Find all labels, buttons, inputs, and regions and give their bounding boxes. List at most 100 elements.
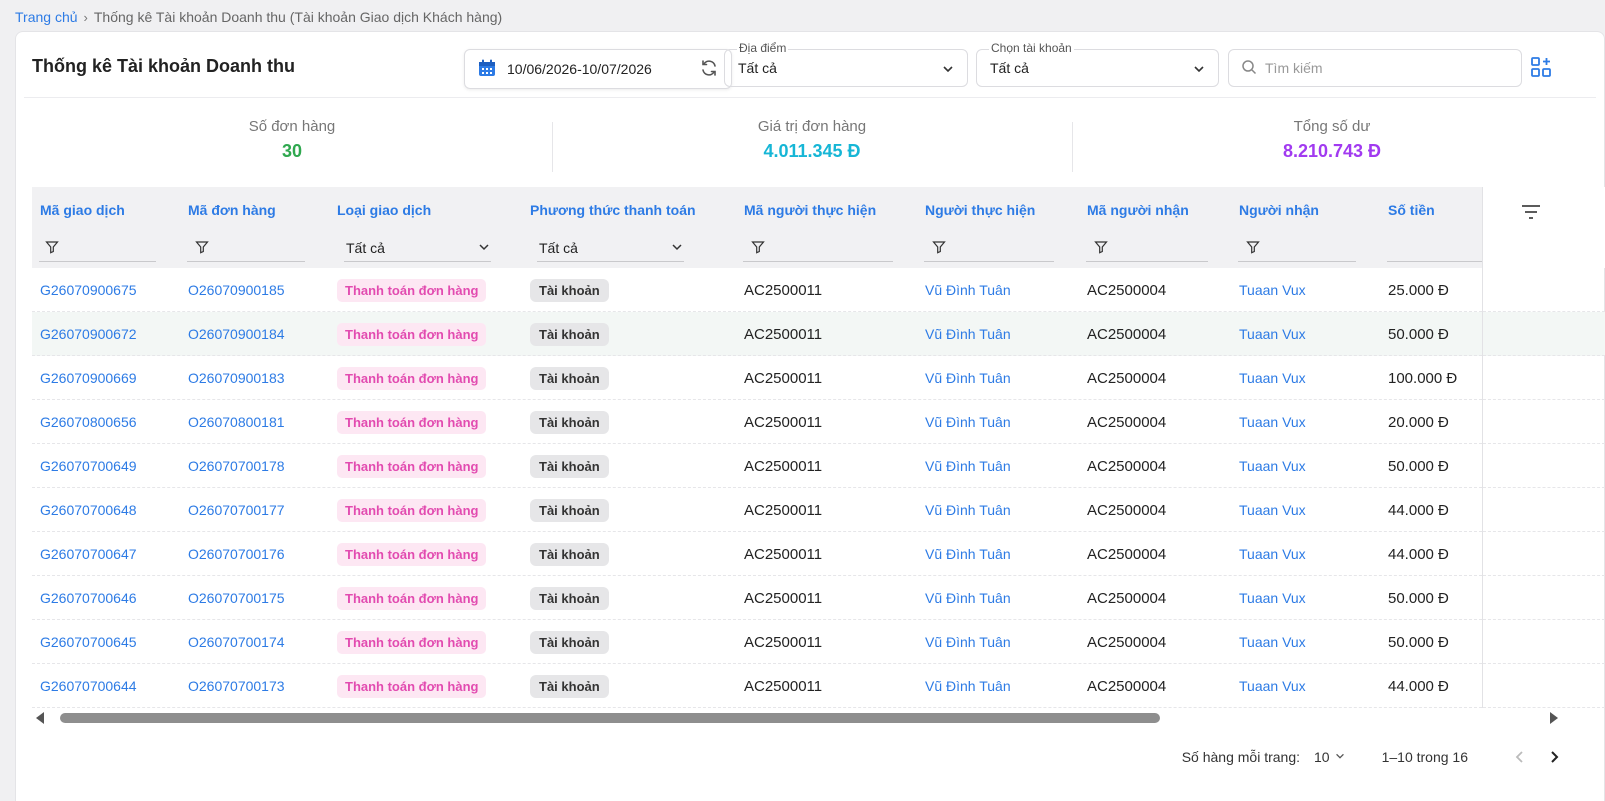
cell-recipient-name[interactable]: Tuaan Vux <box>1239 502 1306 518</box>
date-range-picker[interactable]: 10/06/2026-10/07/2026 <box>464 49 732 89</box>
table-row[interactable]: G26070700649 O26070700178 Thanh toán đơn h… <box>32 444 1482 488</box>
filter-amount-input[interactable] <box>1387 235 1482 262</box>
calendar-icon[interactable] <box>477 58 497 81</box>
cell-recipient-id-wrapper: AC2500004 <box>1087 488 1166 532</box>
filter-lines-icon[interactable] <box>1521 204 1541 223</box>
cell-recipient-name[interactable]: Tuaan Vux <box>1239 546 1306 562</box>
cell-actor-name[interactable]: Vũ Đình Tuân <box>925 502 1011 518</box>
cell-transaction-id[interactable]: G26070700648 <box>40 502 137 518</box>
cell-order-id[interactable]: O26070700177 <box>188 502 285 518</box>
table-row[interactable]: G26070700648 O26070700177 Thanh toán đơn h… <box>32 488 1482 532</box>
filter-actor-id-input[interactable] <box>743 235 893 262</box>
cell-actor-name[interactable]: Vũ Đình Tuân <box>925 458 1011 474</box>
cell-transaction-type-badge-wrapper: Thanh toán đơn hàng <box>337 268 487 312</box>
rows-per-page-select[interactable]: 10 <box>1314 749 1346 765</box>
filter-actor-input[interactable] <box>924 235 1054 262</box>
cell-actor-name[interactable]: Vũ Đình Tuân <box>925 282 1011 298</box>
filter-method-select[interactable]: Tất cả <box>537 235 684 262</box>
cell-actor-id-wrapper: AC2500011 <box>744 400 822 444</box>
date-range-value[interactable]: 10/06/2026-10/07/2026 <box>507 61 689 77</box>
cell-actor-name[interactable]: Vũ Đình Tuân <box>925 370 1011 386</box>
cell-transaction-type-badge-wrapper: Thanh toán đơn hàng <box>337 356 487 400</box>
table-row[interactable]: G26070700644 O26070700173 Thanh toán đơn h… <box>32 664 1482 708</box>
search-input[interactable] <box>1265 60 1509 76</box>
cell-order-id[interactable]: O26070700173 <box>188 678 285 694</box>
cell-recipient-name[interactable]: Tuaan Vux <box>1239 414 1306 430</box>
column-header[interactable]: Số tiền <box>1388 202 1435 218</box>
cell-recipient-name[interactable]: Tuaan Vux <box>1239 678 1306 694</box>
column-header[interactable]: Mã giao dịch <box>40 202 125 218</box>
table-row[interactable]: G26070900669 O26070900183 Thanh toán đơn h… <box>32 356 1482 400</box>
column-header[interactable]: Người thực hiện <box>925 202 1035 218</box>
cell-recipient-id-wrapper: AC2500004 <box>1087 532 1166 576</box>
cell-transaction-id[interactable]: G26070700645 <box>40 634 137 650</box>
cell-actor-name[interactable]: Vũ Đình Tuân <box>925 678 1011 694</box>
cell-transaction-id[interactable]: G26070700649 <box>40 458 137 474</box>
chevron-left-icon[interactable] <box>1508 750 1532 764</box>
cell-recipient-name[interactable]: Tuaan Vux <box>1239 282 1306 298</box>
column-header[interactable]: Mã đơn hàng <box>188 202 276 218</box>
cell-order-id[interactable]: O26070900183 <box>188 370 285 386</box>
breadcrumb-home-link[interactable]: Trang chủ <box>15 9 78 25</box>
cell-actor-id-wrapper: AC2500011 <box>744 488 822 532</box>
cell-transaction-id[interactable]: G26070700646 <box>40 590 137 606</box>
column-header[interactable]: Người nhận <box>1239 202 1319 218</box>
filter-type-select[interactable]: Tất cả <box>344 235 491 262</box>
cell-actor-name[interactable]: Vũ Đình Tuân <box>925 546 1011 562</box>
cell-transaction-id[interactable]: G26070900672 <box>40 326 137 342</box>
cell-order-id[interactable]: O26070700178 <box>188 458 285 474</box>
search-box[interactable] <box>1228 49 1522 87</box>
column-header[interactable]: Loại giao dịch <box>337 202 431 218</box>
cell-recipient-name[interactable]: Tuaan Vux <box>1239 634 1306 650</box>
cell-payment-method-badge-wrapper: Tài khoản <box>530 312 609 356</box>
filter-recv-id-input[interactable] <box>1086 235 1208 262</box>
grid-view-icon[interactable] <box>1530 56 1552 81</box>
cell-actor-name[interactable]: Vũ Đình Tuân <box>925 414 1011 430</box>
cell-actor-id: AC2500011 <box>744 325 823 343</box>
refresh-icon[interactable] <box>699 58 719 81</box>
cell-order-id[interactable]: O26070900184 <box>188 326 285 342</box>
column-header[interactable]: Mã người nhận <box>1087 202 1189 218</box>
cell-recipient-id: AC2500004 <box>1087 457 1167 475</box>
scroll-right-arrow-icon[interactable] <box>1550 712 1558 724</box>
cell-recipient-name[interactable]: Tuaan Vux <box>1239 458 1306 474</box>
cell-order-id[interactable]: O26070900185 <box>188 282 285 298</box>
cell-payment-method-badge: Tài khoản <box>530 630 609 654</box>
cell-order-id[interactable]: O26070700175 <box>188 590 285 606</box>
cell-recipient-name[interactable]: Tuaan Vux <box>1239 326 1306 342</box>
account-select[interactable]: Chọn tài khoản Tất cả <box>976 41 1219 87</box>
scrollbar-thumb[interactable] <box>60 713 1160 723</box>
cell-amount-wrapper: 44.000 Đ <box>1388 488 1449 532</box>
cell-order-id[interactable]: O26070800181 <box>188 414 285 430</box>
scroll-left-arrow-icon[interactable] <box>36 712 44 724</box>
location-select-value: Tất cả <box>738 60 777 76</box>
cell-transaction-id[interactable]: G26070800656 <box>40 414 137 430</box>
filter-order-input[interactable] <box>187 235 305 262</box>
filter-recv-input[interactable] <box>1238 235 1356 262</box>
cell-actor-name[interactable]: Vũ Đình Tuân <box>925 634 1011 650</box>
cell-transaction-id[interactable]: G26070900675 <box>40 282 137 298</box>
table-row[interactable]: G26070700647 O26070700176 Thanh toán đơn h… <box>32 532 1482 576</box>
cell-recipient-name[interactable]: Tuaan Vux <box>1239 590 1306 606</box>
chevron-down-icon <box>477 240 491 257</box>
table-row[interactable]: G26070900672 O26070900184 Thanh toán đơn h… <box>32 312 1482 356</box>
column-header[interactable]: Phương thức thanh toán <box>530 202 696 218</box>
horizontal-scrollbar[interactable] <box>32 709 1558 727</box>
stat-value: 8.210.743 Đ <box>1282 141 1382 161</box>
location-select[interactable]: Địa điểm Tất cả <box>724 41 968 87</box>
table-row[interactable]: G26070900675 O26070900185 Thanh toán đơn h… <box>32 268 1482 312</box>
cell-transaction-id[interactable]: G26070900669 <box>40 370 137 386</box>
filter-tx-input[interactable] <box>39 235 156 262</box>
table-row[interactable]: G26070700646 O26070700175 Thanh toán đơn h… <box>32 576 1482 620</box>
cell-order-id[interactable]: O26070700176 <box>188 546 285 562</box>
cell-transaction-id[interactable]: G26070700644 <box>40 678 137 694</box>
cell-recipient-name[interactable]: Tuaan Vux <box>1239 370 1306 386</box>
cell-order-id[interactable]: O26070700174 <box>188 634 285 650</box>
column-header[interactable]: Mã người thực hiện <box>744 202 876 218</box>
table-row[interactable]: G26070700645 O26070700174 Thanh toán đơn h… <box>32 620 1482 664</box>
chevron-right-icon[interactable] <box>1542 750 1566 764</box>
cell-transaction-id[interactable]: G26070700647 <box>40 546 137 562</box>
cell-actor-name[interactable]: Vũ Đình Tuân <box>925 326 1011 342</box>
table-row[interactable]: G26070800656 O26070800181 Thanh toán đơn h… <box>32 400 1482 444</box>
cell-actor-name[interactable]: Vũ Đình Tuân <box>925 590 1011 606</box>
